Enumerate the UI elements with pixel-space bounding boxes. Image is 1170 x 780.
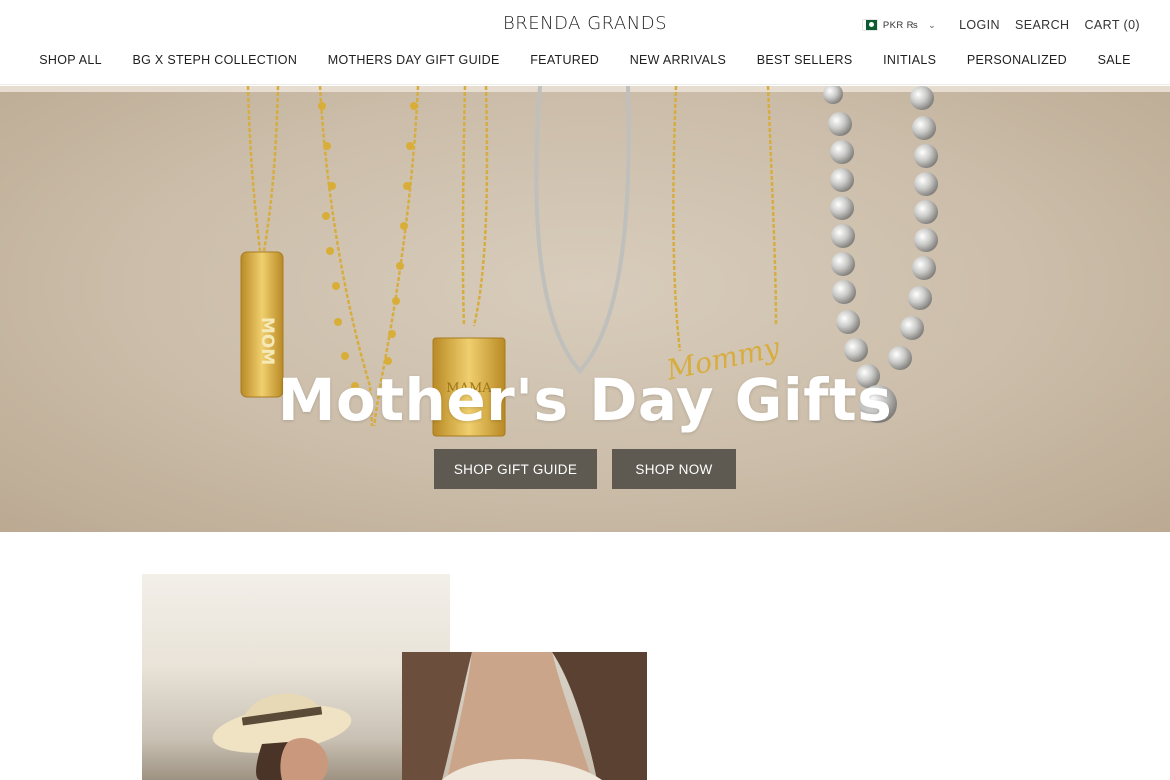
nav-item-bg-x-steph[interactable]: BG X STEPH COLLECTION [117,53,312,67]
nav-item-featured[interactable]: FEATURED [515,53,614,67]
chevron-down-icon: ⌄ [928,19,937,30]
silver-herringbone-necklace [534,86,631,375]
nav-item-shop-all[interactable]: SHOP ALL [24,53,117,67]
login-link[interactable]: LOGIN [959,18,1000,32]
site-header: BRENDA GRANDS PKR ₨ ⌄ LOGIN SEARCH CART … [0,0,1170,85]
mom-engraving: MOM [257,317,277,365]
shop-gift-guide-button[interactable]: SHOP GIFT GUIDE [434,449,597,489]
nav-item-new-arrivals[interactable]: NEW ARRIVALS [614,53,741,67]
hero-buttons: SHOP GIFT GUIDE SHOP NOW [0,449,1170,489]
currency-selector[interactable]: PKR ₨ ⌄ [862,19,937,31]
main-nav: SHOP ALL BG X STEPH COLLECTION MOTHERS D… [0,53,1170,67]
woman-necklace-photo[interactable] [402,652,647,780]
search-link[interactable]: SEARCH [1015,18,1070,32]
utility-bar: PKR ₨ ⌄ LOGIN SEARCH CART (0) [862,18,1140,32]
nav-item-sale[interactable]: SALE [1082,53,1146,67]
woman-necklace-illustration [402,652,647,780]
nav-item-personalized[interactable]: PERSONALIZED [952,53,1083,67]
currency-label: PKR ₨ [882,19,919,31]
nav-item-best-sellers[interactable]: BEST SELLERS [741,53,867,67]
pakistan-flag-icon [862,20,877,30]
nav-item-mothers-day[interactable]: MOTHERS DAY GIFT GUIDE [312,53,515,67]
hero-banner[interactable]: MOM MAMA Mommy Mother's Day Gifts SHOP G… [0,86,1170,532]
hero-title: Mother's Day Gifts [277,366,893,434]
shop-now-button[interactable]: SHOP NOW [612,449,736,489]
nav-item-initials[interactable]: INITIALS [868,53,952,67]
mommy-script-necklace [672,86,778,352]
cart-link[interactable]: CART (0) [1084,18,1140,32]
